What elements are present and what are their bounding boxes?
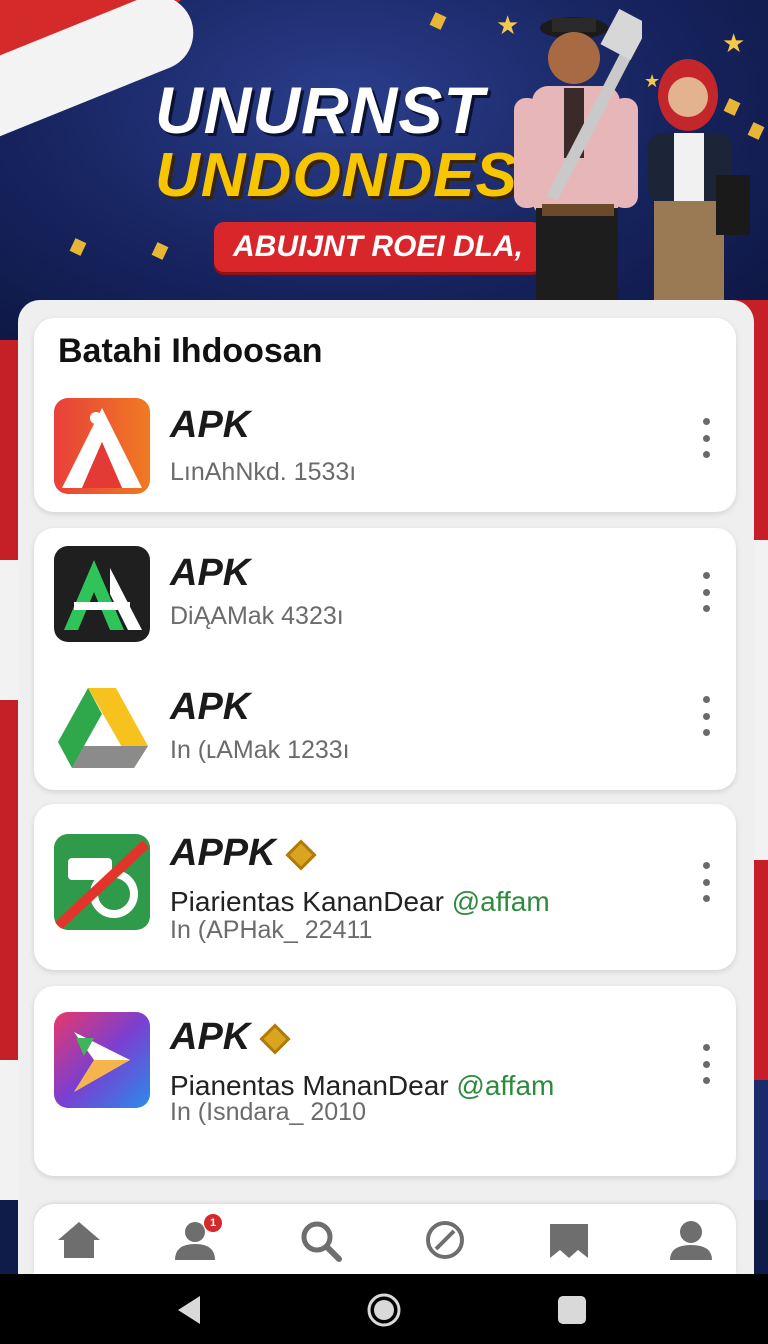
section-title: Batahi Ihdoosan xyxy=(58,332,323,370)
dark-green-a-app-icon xyxy=(54,546,150,642)
app-row[interactable]: APK Pianentas MananDear @affam In (Isnda… xyxy=(54,1010,734,1140)
officer-figure-illustration xyxy=(514,8,642,308)
profile-icon[interactable] xyxy=(666,1218,716,1262)
app-meta: LınAhNkd. 1533ı xyxy=(170,458,357,486)
back-icon[interactable] xyxy=(172,1292,208,1328)
app-developer: Piarientas KananDear @affam xyxy=(170,886,550,917)
banner-subtitle-pill: ABUIJNT ROEI DLA, xyxy=(214,222,542,272)
app-meta: In (ʟAMak 1233ı xyxy=(170,736,350,764)
confetti xyxy=(69,238,87,256)
more-options-icon[interactable] xyxy=(696,418,716,458)
more-options-icon[interactable] xyxy=(696,862,716,902)
app-row[interactable]: APK LınAhNkd. 1533ı xyxy=(54,398,734,494)
people-tab[interactable]: 1 xyxy=(170,1214,222,1262)
app-name: APPK xyxy=(170,832,317,875)
colorful-a-app-icon xyxy=(54,1012,150,1108)
confetti xyxy=(429,12,447,30)
triangle-drive-app-icon xyxy=(54,680,150,776)
promo-banner[interactable]: ★ ★ ★ UNURNST UNDONDESIN ABUIJNT ROEI DL… xyxy=(0,0,768,340)
compass-icon[interactable] xyxy=(420,1218,470,1262)
home-button-icon[interactable] xyxy=(366,1292,402,1328)
home-icon[interactable] xyxy=(54,1218,104,1262)
app-name: APK xyxy=(170,1016,291,1059)
app-row[interactable]: APK DiĄAMak 4323ı xyxy=(54,546,734,642)
app-row[interactable]: APK In (ʟAMak 1233ı xyxy=(54,680,734,776)
app-meta: In (Isndara_ 2010 xyxy=(170,1098,366,1126)
more-options-icon[interactable] xyxy=(696,1044,716,1084)
verified-badge-icon xyxy=(285,839,317,871)
bottom-navigation: 1 xyxy=(34,1204,736,1274)
more-options-icon[interactable] xyxy=(696,696,716,736)
app-name: APK xyxy=(170,404,251,446)
verified-badge-icon xyxy=(259,1023,291,1055)
library-icon[interactable] xyxy=(544,1218,594,1262)
more-options-icon[interactable] xyxy=(696,572,716,612)
app-row[interactable]: APPK Piarientas KananDear @affam In (APH… xyxy=(54,826,734,956)
app-name: APK xyxy=(170,686,251,728)
system-navigation-bar xyxy=(0,1274,768,1344)
star-icon: ★ xyxy=(722,28,746,58)
notification-badge: 1 xyxy=(204,1214,222,1232)
banner-title-line1: UNURNST xyxy=(155,73,485,147)
app-meta: DiĄAMak 4323ı xyxy=(170,602,344,630)
app-meta: In (APHak_ 22411 xyxy=(170,916,373,944)
woman-figure-illustration xyxy=(648,59,750,305)
recents-icon[interactable] xyxy=(554,1292,590,1328)
confetti xyxy=(151,242,169,260)
developer-handle[interactable]: @affam xyxy=(456,1070,554,1101)
search-icon[interactable] xyxy=(296,1218,346,1262)
developer-handle[interactable]: @affam xyxy=(452,886,550,917)
confetti xyxy=(747,122,765,140)
green-blocked-app-icon xyxy=(54,834,150,930)
red-orange-a-app-icon xyxy=(54,398,150,494)
app-name: APK xyxy=(170,552,251,594)
